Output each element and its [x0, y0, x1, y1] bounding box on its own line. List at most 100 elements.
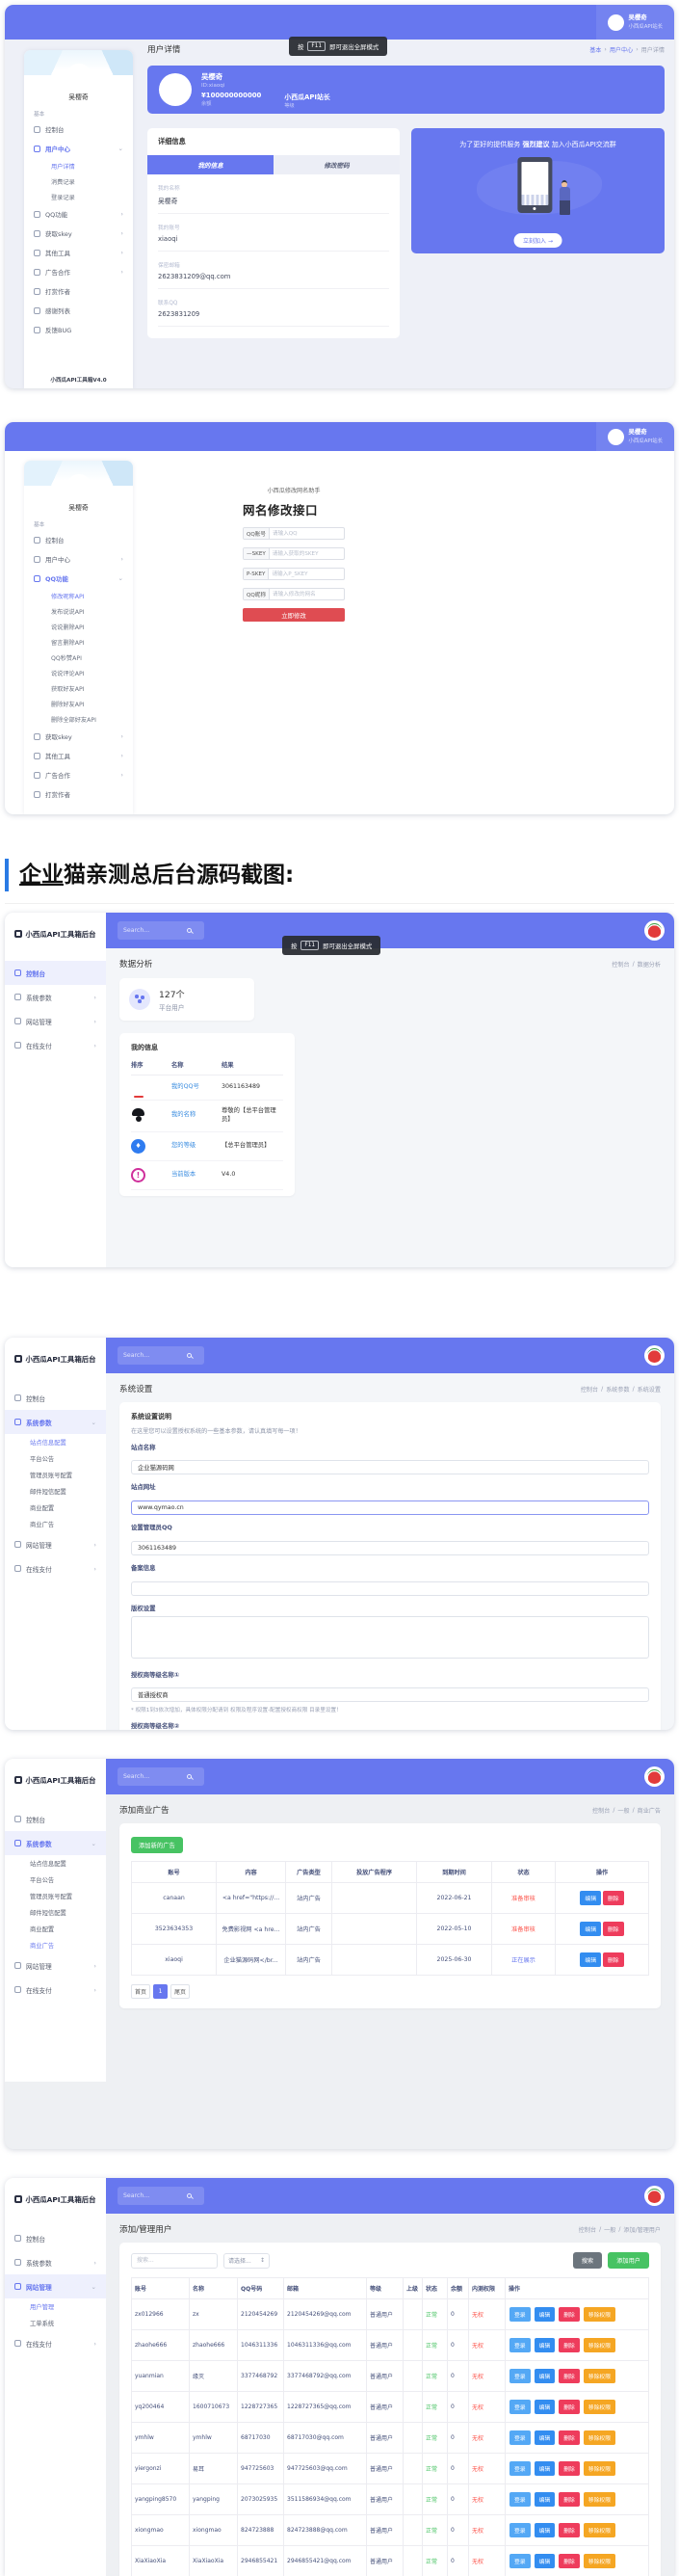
sidebar-item[interactable]: 工单系统 [5, 2315, 106, 2331]
edit-button[interactable]: 编辑 [580, 1891, 601, 1905]
user-chip[interactable]: 吴樱奇 小西瓜API站长 [595, 5, 674, 40]
sidebar-item[interactable]: 其他工具 › [24, 243, 133, 262]
edit-button[interactable]: 编辑 [534, 2554, 556, 2568]
sidebar-item[interactable]: 站点信息配置 [5, 1855, 106, 1872]
sidebar-item[interactable]: 用户中心 ⌄ [24, 139, 133, 158]
breadcrumb-item[interactable]: 控制台 [579, 2225, 596, 2234]
search-input[interactable] [123, 1352, 183, 1359]
remove-perm-button[interactable]: 移除权限 [583, 2492, 616, 2507]
sidebar-item[interactable]: 控制台 [24, 120, 133, 139]
row-name[interactable]: 我的名称 [171, 1111, 222, 1120]
edit-button[interactable]: 编辑 [534, 2307, 556, 2322]
sidebar-item[interactable]: 广告合作 › [24, 262, 133, 281]
breadcrumb-item[interactable]: 控制台 [581, 1385, 598, 1394]
sidebar-item[interactable]: 打赏作者 [24, 784, 133, 804]
page-last[interactable]: 尾页 [170, 1984, 191, 1999]
sidebar-item[interactable]: 获取skey › [24, 727, 133, 746]
delete-button[interactable]: 删除 [559, 2461, 580, 2476]
sidebar-item[interactable]: 控制台 [24, 530, 133, 549]
sidebar-item[interactable]: 用户管理 [5, 2298, 106, 2315]
page-current[interactable]: 1 [153, 1984, 169, 1999]
edit-button[interactable]: 编辑 [534, 2338, 556, 2352]
sidebar-item[interactable]: 删除好友API [24, 696, 133, 711]
row-name[interactable]: 当前版本 [171, 1171, 222, 1180]
edit-button[interactable]: 编辑 [534, 2461, 556, 2476]
breadcrumb-item[interactable]: 一般 [617, 1806, 629, 1815]
login-button[interactable]: 登录 [509, 2523, 531, 2537]
search-input[interactable] [123, 1773, 183, 1780]
level1-field[interactable] [131, 1687, 649, 1702]
search-icon[interactable] [187, 2193, 192, 2198]
breadcrumb-item[interactable]: 系统参数 [606, 1385, 629, 1394]
delete-button[interactable]: 删除 [559, 2369, 580, 2383]
watermelon-avatar[interactable] [644, 1345, 665, 1366]
breadcrumb-item[interactable]: 用户中心 [610, 45, 633, 54]
delete-button[interactable]: 删除 [603, 1922, 624, 1936]
sidebar-item[interactable]: 网站管理 › [5, 1009, 106, 1033]
delete-button[interactable]: 删除 [559, 2338, 580, 2352]
site-url-field[interactable] [131, 1500, 649, 1515]
sidebar-item[interactable]: 系统参数 ⌄ [5, 1831, 106, 1855]
form-input[interactable] [269, 548, 344, 559]
sidebar-item[interactable]: 获取好友API [24, 680, 133, 696]
sidebar-item[interactable]: 商业配置 [5, 1500, 106, 1516]
site-name-field[interactable] [131, 1460, 649, 1474]
edit-button[interactable]: 编辑 [534, 2430, 556, 2445]
remove-perm-button[interactable]: 移除权限 [583, 2400, 616, 2414]
breadcrumb-item[interactable]: 控制台 [612, 960, 629, 969]
sidebar-item[interactable]: 商业广告 [5, 1516, 106, 1532]
search-icon[interactable] [187, 1774, 192, 1779]
sidebar-item[interactable]: 网站管理 ⌄ [5, 2274, 106, 2298]
watermelon-avatar[interactable] [644, 1766, 665, 1787]
login-button[interactable]: 登录 [509, 2307, 531, 2322]
delete-button[interactable]: 删除 [559, 2307, 580, 2322]
search-icon[interactable] [187, 928, 192, 933]
login-button[interactable]: 登录 [509, 2430, 531, 2445]
filter-select[interactable]: 请选择... ↕ [223, 2252, 270, 2269]
sidebar-item[interactable]: 平台公告 [5, 1450, 106, 1467]
edit-button[interactable]: 编辑 [534, 2400, 556, 2414]
sidebar-item[interactable]: 发布说说API [24, 603, 133, 619]
sidebar-item[interactable]: 系统参数 ⌄ [5, 1410, 106, 1434]
sidebar-item[interactable]: 控制台 [5, 1386, 106, 1410]
sidebar-item[interactable]: 感谢列表 [24, 301, 133, 320]
breadcrumb-item[interactable]: 用户详情 [641, 45, 665, 54]
sidebar-item[interactable]: 说说评论API [24, 665, 133, 680]
breadcrumb-item[interactable]: 一般 [604, 2225, 615, 2234]
form-input[interactable] [270, 528, 344, 539]
breadcrumb-item[interactable]: 数据分析 [638, 960, 661, 969]
form-input[interactable] [269, 569, 344, 579]
sidebar-item[interactable]: 用户中心 › [24, 549, 133, 569]
watermelon-avatar[interactable] [644, 2186, 665, 2206]
row-name[interactable]: 您的等级 [171, 1142, 222, 1151]
delete-button[interactable]: 删除 [603, 1891, 624, 1905]
user-search-input[interactable] [131, 2252, 218, 2269]
delete-button[interactable]: 删除 [559, 2400, 580, 2414]
sidebar-item[interactable]: 网站管理 › [5, 1953, 106, 1978]
sidebar-item[interactable]: 平台公告 [5, 1872, 106, 1888]
sidebar-item[interactable]: 获取skey › [24, 224, 133, 243]
edit-button[interactable]: 编辑 [534, 2523, 556, 2537]
sidebar-item[interactable]: 控制台 [5, 2226, 106, 2250]
login-button[interactable]: 登录 [509, 2369, 531, 2383]
remove-perm-button[interactable]: 移除权限 [583, 2461, 616, 2476]
icp-field[interactable] [131, 1581, 649, 1596]
remove-perm-button[interactable]: 移除权限 [583, 2554, 616, 2568]
sidebar-item[interactable]: 管理员账号配置 [5, 1888, 106, 1904]
breadcrumb-item[interactable]: 基本 [589, 45, 601, 54]
sidebar-item[interactable]: 系统参数 › [5, 2250, 106, 2274]
remove-perm-button[interactable]: 移除权限 [583, 2523, 616, 2537]
login-button[interactable]: 登录 [509, 2492, 531, 2507]
sidebar-item[interactable]: QQ功能 ⌄ [24, 569, 133, 588]
search-icon[interactable] [187, 1353, 192, 1358]
delete-button[interactable]: 删除 [559, 2430, 580, 2445]
copyright-field[interactable] [131, 1616, 649, 1659]
sidebar-item[interactable]: 留言删除API [24, 634, 133, 650]
breadcrumb-item[interactable]: 添加/管理用户 [623, 2225, 661, 2234]
sidebar-item[interactable]: 商业配置 [5, 1921, 106, 1937]
sidebar-item[interactable]: 其他工具 › [24, 746, 133, 765]
sidebar-item[interactable]: 基本 [24, 105, 133, 120]
sidebar-item[interactable]: 商业广告 [5, 1937, 106, 1953]
remove-perm-button[interactable]: 移除权限 [583, 2430, 616, 2445]
delete-button[interactable]: 删除 [603, 1952, 624, 1967]
